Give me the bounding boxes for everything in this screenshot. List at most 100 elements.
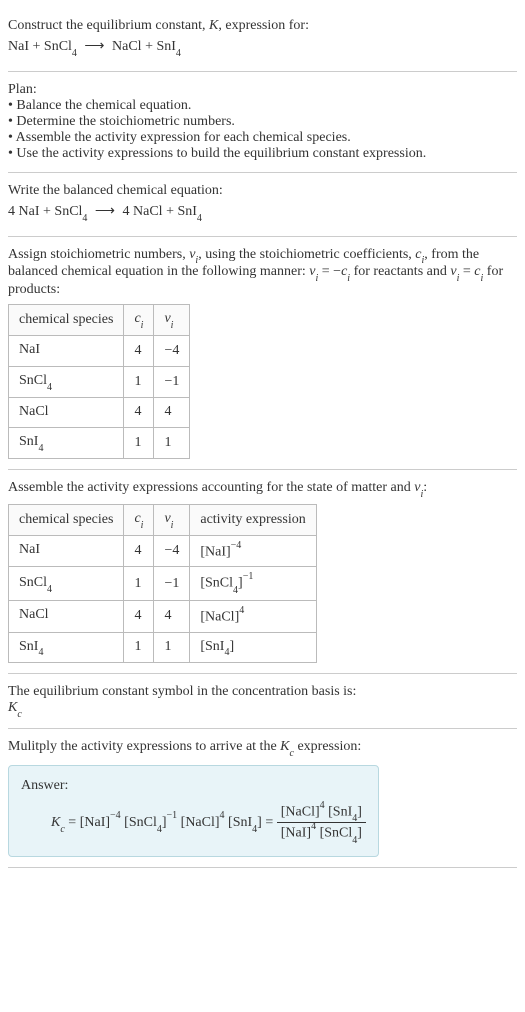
denominator: [NaI]4 [SnCl4] [277,823,366,843]
cell-species: SnI4 [9,632,124,663]
reactant2: SnCl [44,39,72,54]
col-ci: ci [124,305,154,336]
term4: [SnI [228,815,252,830]
balanced-equation: 4 NaI + SnCl4 ⟶ 4 NaCl + SnI4 [8,203,517,222]
answer-equation: Kc = [NaI]−4 [SnCl4]−1 [NaCl]4 [SnI4] = … [21,802,366,844]
eq1a: ν [309,264,315,279]
term4-sub: 4 [252,824,257,835]
cell-ci: 1 [124,567,154,600]
intro-text2: , expression for: [218,18,309,33]
eq2c-sub: i [481,273,484,284]
col-activity: activity expression [190,504,316,535]
cell-nui: −4 [154,535,190,567]
table-row: SnCl4 1 −1 [9,366,190,397]
symbol-text: The equilibrium constant symbol in the c… [8,684,517,700]
plus: + [29,39,44,54]
plan-bullet2: • Determine the stoichiometric numbers. [8,114,517,130]
coef3: 4 [123,204,130,219]
table-row: SnI4 1 1 [9,428,190,459]
act-nu-sub: i [421,489,424,500]
table-header-row: chemical species ci νi [9,305,190,336]
cell-nui: −4 [154,335,190,366]
numerator: [NaCl]4 [SnI4] [277,802,366,823]
cell-species: NaI [9,535,124,567]
mul-K: K [280,739,289,754]
cell-species: NaCl [9,600,124,632]
st-text4: for reactants and [350,264,450,279]
product2: SnI [156,39,175,54]
term1-exp: −4 [110,810,121,821]
cell-activity: [SnI4] [190,632,316,663]
Kc: K [51,815,60,830]
coef1: 4 [8,204,15,219]
term2-close: ] [162,815,167,830]
b-plus: + [40,204,55,219]
eq1b: = − [318,264,341,279]
plan-section: Plan: • Balance the chemical equation. •… [8,72,517,173]
col-nui: νi [154,305,190,336]
b-product2: SnI [177,204,196,219]
col-species: chemical species [9,305,124,336]
cell-ci: 1 [124,428,154,459]
b-product1: NaCl [133,204,163,219]
stoich-table: chemical species ci νi NaI 4 −4 SnCl4 1 … [8,304,190,459]
col-nui: νi [154,504,190,535]
b-reactant2-sub: 4 [82,213,87,224]
plan-bullet4: • Use the activity expressions to build … [8,146,517,162]
reactant2-sub: 4 [72,48,77,59]
cell-species: SnI4 [9,428,124,459]
multiply-text: Mulitply the activity expressions to arr… [8,739,517,757]
plan-bullet1: • Balance the chemical equation. [8,98,517,114]
cell-activity: [NaCl]4 [190,600,316,632]
kc-symbol: Kc [8,700,517,718]
term3: [NaCl] [181,815,220,830]
Kc-sub: c [60,824,64,835]
c-sym: c [415,247,421,262]
st-text1: Assign stoichiometric numbers, [8,247,189,262]
act-text: Assemble the activity expressions accoun… [8,480,414,495]
stoich-section: Assign stoichiometric numbers, νi, using… [8,237,517,471]
term3-exp: 4 [220,810,225,821]
table-row: NaI 4 −4 [9,335,190,366]
unbalanced-equation: NaI + SnCl4 ⟶ NaCl + SnI4 [8,38,517,57]
col-ci: ci [124,504,154,535]
term2-sub: 4 [157,824,162,835]
balanced-section: Write the balanced chemical equation: 4 … [8,173,517,237]
eq2b: = [459,264,474,279]
c-sub: i [422,255,425,266]
cell-nui: 1 [154,632,190,663]
K-symbol: K [209,18,218,33]
term1: [NaI] [80,815,110,830]
table-row: NaI 4 −4 [NaI]−4 [9,535,317,567]
mul-text2: expression: [294,739,361,754]
answer-label: Answer: [21,778,366,794]
eq1a-sub: i [316,273,319,284]
plan-bullet3: • Assemble the activity expression for e… [8,130,517,146]
table-row: SnI4 1 1 [SnI4] [9,632,317,663]
st-text2: , using the stoichiometric coefficients, [198,247,415,262]
nui-sub: i [171,320,174,331]
cell-ci: 1 [124,632,154,663]
cell-ci: 1 [124,366,154,397]
intro-line1: Construct the equilibrium constant, K, e… [8,18,517,34]
balanced-heading: Write the balanced chemical equation: [8,183,517,199]
cell-species: NaI [9,335,124,366]
activity-section: Assemble the activity expressions accoun… [8,470,517,674]
b-reactant2: SnCl [54,204,82,219]
table-row: NaCl 4 4 [NaCl]4 [9,600,317,632]
ci-sub: i [141,320,144,331]
cell-ci: 4 [124,600,154,632]
mul-text1: Mulitply the activity expressions to arr… [8,739,280,754]
cell-nui: −1 [154,567,190,600]
table-row: SnCl4 1 −1 [SnCl4]−1 [9,567,317,600]
eq2c: c [474,264,480,279]
ci-label: c [134,311,140,326]
activity-table: chemical species ci νi activity expressi… [8,504,317,663]
symbol-section: The equilibrium constant symbol in the c… [8,674,517,729]
cell-ci: 4 [124,397,154,428]
plan-heading: Plan: [8,82,517,98]
term2-exp: −1 [167,810,178,821]
eq2a-sub: i [457,273,460,284]
reactant1: NaI [8,39,29,54]
term2: [SnCl [124,815,157,830]
